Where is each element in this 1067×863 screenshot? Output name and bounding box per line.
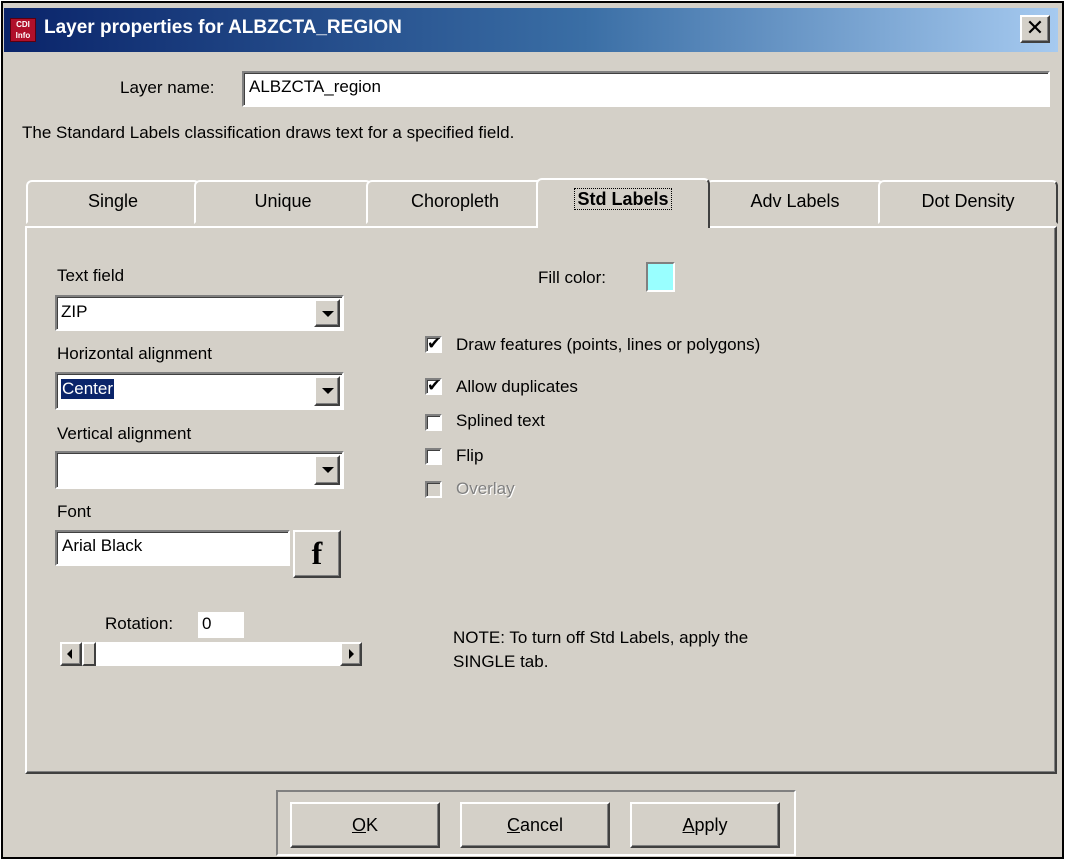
chevron-down-icon[interactable] [314, 376, 340, 406]
cancel-mnemonic: C [506, 815, 520, 835]
close-icon: ✕ [1025, 15, 1045, 40]
tab-dot-density[interactable]: Dot Density [878, 180, 1058, 224]
classification-description: The Standard Labels classification draws… [22, 123, 515, 142]
apply-label: pply [694, 815, 728, 835]
vertical-alignment-label: Vertical alignment [57, 424, 192, 443]
tab-std-labels[interactable]: Std Labels [536, 178, 710, 228]
apply-button[interactable]: Apply [630, 802, 780, 848]
flip-label: Flip [456, 446, 484, 465]
tab-label: Std Labels [574, 188, 672, 210]
overlay-label: Overlay [456, 479, 515, 498]
font-picker-button[interactable]: f [293, 530, 341, 578]
chevron-down-icon[interactable] [314, 299, 340, 327]
allow-duplicates-checkbox[interactable] [425, 376, 442, 396]
tab-choropleth[interactable]: Choropleth [366, 180, 544, 224]
scroll-right-arrow-icon[interactable] [340, 642, 362, 666]
tab-label: Dot Density [921, 191, 1015, 211]
app-icon: CDI Info [10, 18, 36, 42]
note-line-1: NOTE: To turn off Std Labels, apply the [453, 628, 749, 647]
note-line-2: SINGLE tab. [453, 652, 549, 671]
chevron-down-icon[interactable] [314, 455, 340, 485]
rotation-label: Rotation: [105, 614, 174, 633]
splined-text-checkbox[interactable] [425, 414, 442, 431]
cancel-button[interactable]: Cancel [460, 802, 610, 848]
font-icon: f [311, 535, 323, 571]
draw-features-label: Draw features (points, lines or polygons… [456, 335, 761, 354]
font-field[interactable]: Arial Black [55, 530, 290, 566]
rotation-scrollbar[interactable] [60, 642, 362, 666]
text-field-value: ZIP [61, 302, 88, 321]
font-label: Font [57, 502, 92, 521]
tab-label: Choropleth [410, 191, 500, 211]
flip-checkbox[interactable] [425, 448, 442, 465]
ok-mnemonic: O [351, 815, 366, 835]
splined-text-label: Splined text [456, 411, 545, 430]
allow-duplicates-label: Allow duplicates [456, 377, 578, 396]
text-field-label: Text field [57, 266, 125, 285]
vertical-alignment-select[interactable] [55, 451, 344, 489]
ok-label: K [366, 815, 379, 835]
rotation-value[interactable]: 0 [196, 610, 246, 640]
cancel-label: ancel [519, 815, 564, 835]
title-bar[interactable]: CDI Info Layer properties for ALBZCTA_RE… [4, 8, 1058, 52]
ok-button[interactable]: OK [290, 802, 440, 848]
tab-adv-labels[interactable]: Adv Labels [706, 180, 884, 224]
apply-mnemonic: A [682, 815, 695, 835]
horizontal-alignment-value: Center [59, 378, 116, 400]
tab-label: Single [87, 191, 139, 211]
horizontal-alignment-label: Horizontal alignment [57, 344, 212, 363]
horizontal-alignment-select[interactable]: Center [55, 372, 344, 410]
tab-label: Adv Labels [750, 191, 840, 211]
layer-name-label: Layer name: [120, 78, 215, 97]
draw-features-checkbox[interactable] [425, 334, 442, 354]
overlay-checkbox [425, 481, 442, 498]
tab-unique[interactable]: Unique [194, 180, 372, 224]
layer-name-input[interactable]: ALBZCTA_region [242, 71, 1050, 107]
scroll-left-arrow-icon[interactable] [60, 642, 82, 666]
text-field-select[interactable]: ZIP [55, 295, 344, 331]
close-button[interactable]: ✕ [1020, 15, 1050, 43]
fill-color-swatch[interactable] [646, 262, 675, 292]
fill-color-label: Fill color: [538, 268, 607, 287]
rotation-scroll-thumb[interactable] [82, 642, 96, 666]
tab-label: Unique [254, 191, 312, 211]
window-title: Layer properties for ALBZCTA_REGION [44, 17, 402, 38]
tab-single[interactable]: Single [26, 180, 200, 224]
